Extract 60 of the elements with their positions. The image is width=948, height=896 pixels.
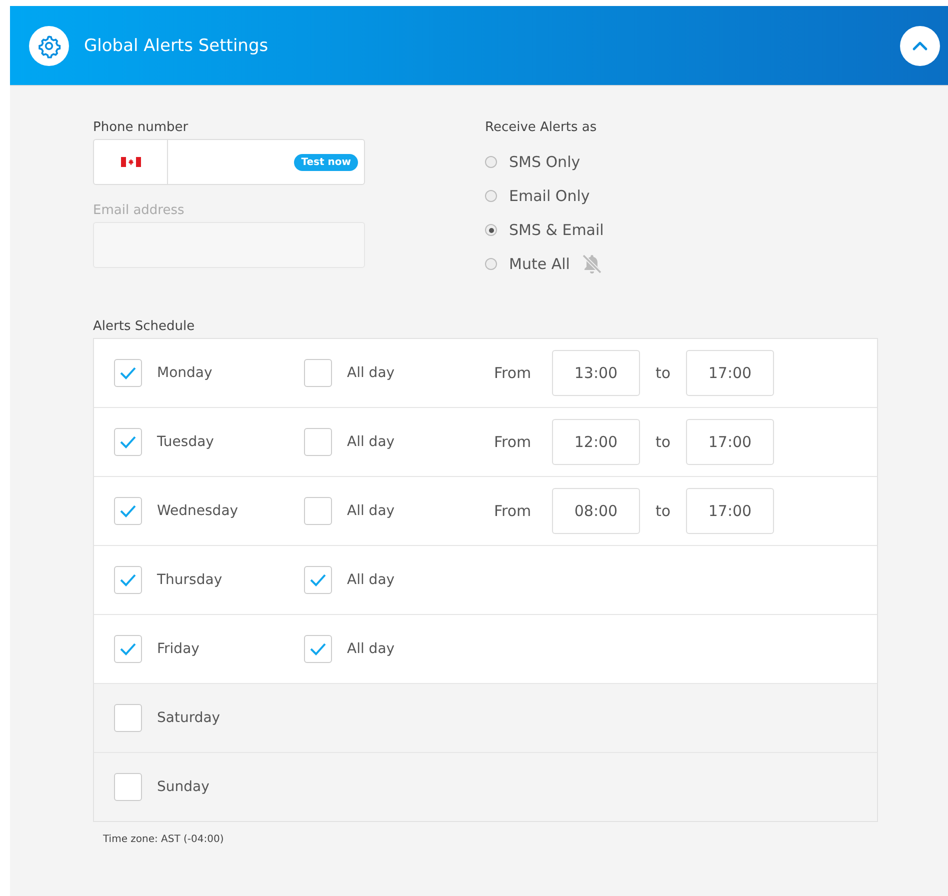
- check-icon: [119, 573, 137, 587]
- radio-label[interactable]: Mute All: [509, 255, 570, 273]
- day-label: Sunday: [157, 779, 210, 795]
- all-day-label: All day: [347, 641, 395, 657]
- all-day-label: All day: [347, 434, 395, 450]
- checkbox[interactable]: [114, 773, 142, 801]
- radio-button[interactable]: [485, 224, 497, 236]
- collapse-button[interactable]: [900, 26, 940, 66]
- radio-label[interactable]: Email Only: [509, 187, 590, 205]
- checkbox[interactable]: [114, 635, 142, 663]
- all-day-label: All day: [347, 503, 395, 519]
- time-field[interactable]: 17:00: [686, 419, 774, 465]
- field-label: Email address: [93, 203, 184, 218]
- time-field[interactable]: 08:00: [552, 488, 640, 534]
- all-day-label: All day: [347, 365, 395, 381]
- checkbox[interactable]: [114, 359, 142, 387]
- time-field[interactable]: 13:00: [552, 350, 640, 396]
- time-field[interactable]: 17:00: [686, 350, 774, 396]
- check-icon: [119, 435, 137, 449]
- day-label: Friday: [157, 641, 200, 657]
- checkbox[interactable]: [304, 428, 332, 456]
- checkbox[interactable]: [114, 704, 142, 732]
- checkbox[interactable]: [114, 566, 142, 594]
- time-field[interactable]: 17:00: [686, 488, 774, 534]
- radio-button[interactable]: [485, 258, 497, 270]
- all-day-label: All day: [347, 572, 395, 588]
- field-label: Phone number: [93, 120, 188, 135]
- check-icon: [119, 366, 137, 380]
- check-icon: [309, 573, 327, 587]
- flag-icon: [120, 157, 140, 167]
- from-label: From: [494, 502, 532, 520]
- check-icon: [119, 642, 137, 656]
- checkbox[interactable]: [304, 566, 332, 594]
- to-label: to: [654, 433, 672, 451]
- timezone-note: Time zone: AST (-04:00): [103, 834, 224, 845]
- radio-button[interactable]: [485, 156, 497, 168]
- to-label: to: [654, 364, 672, 382]
- settings-icon: [29, 26, 69, 66]
- day-label: Tuesday: [157, 434, 214, 450]
- section-label: Receive Alerts as: [485, 120, 597, 135]
- checkbox[interactable]: [304, 359, 332, 387]
- checkbox[interactable]: [114, 428, 142, 456]
- to-label: to: [654, 502, 672, 520]
- time-field[interactable]: 12:00: [552, 419, 640, 465]
- day-label: Wednesday: [157, 503, 238, 519]
- checkbox[interactable]: [114, 497, 142, 525]
- check-icon: [309, 642, 327, 656]
- checkbox[interactable]: [304, 635, 332, 663]
- radio-button[interactable]: [485, 190, 497, 202]
- from-label: From: [494, 364, 532, 382]
- day-label: Thursday: [157, 572, 222, 588]
- checkbox[interactable]: [304, 497, 332, 525]
- day-label: Saturday: [157, 710, 220, 726]
- from-label: From: [494, 433, 532, 451]
- radio-label[interactable]: SMS & Email: [509, 221, 604, 239]
- radio-label[interactable]: SMS Only: [509, 153, 580, 171]
- panel-title: Global Alerts Settings: [84, 36, 270, 56]
- check-icon: [119, 504, 137, 518]
- day-label: Monday: [157, 365, 212, 381]
- section-label: Alerts Schedule: [93, 319, 195, 334]
